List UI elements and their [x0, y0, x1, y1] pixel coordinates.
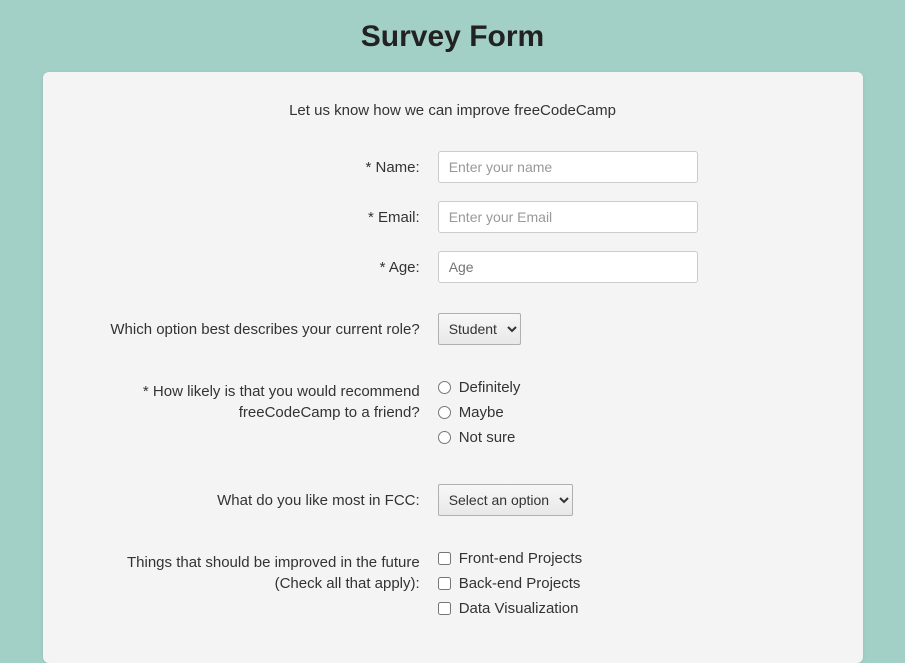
check-backend-input[interactable] [438, 577, 451, 590]
email-input[interactable] [438, 201, 698, 233]
name-input[interactable] [438, 151, 698, 183]
check-dataviz-input[interactable] [438, 602, 451, 615]
check-dataviz[interactable]: Data Visualization [438, 600, 823, 617]
check-backend-label: Back-end Projects [459, 575, 581, 592]
row-recommend: * How likely is that you would recommend… [83, 375, 823, 454]
name-label: * Name: [83, 151, 438, 178]
radio-maybe[interactable]: Maybe [438, 404, 823, 421]
role-label: Which option best describes your current… [83, 313, 438, 340]
row-email: * Email: [83, 201, 823, 233]
improve-label: Things that should be improved in the fu… [83, 546, 438, 594]
row-age: * Age: [83, 251, 823, 283]
recommend-label: * How likely is that you would recommend… [83, 375, 438, 423]
recommend-radio-group: Definitely Maybe Not sure [438, 375, 823, 446]
row-role: Which option best describes your current… [83, 313, 823, 345]
radio-definitely-input[interactable] [438, 381, 451, 394]
check-frontend-label: Front-end Projects [459, 550, 582, 567]
radio-maybe-input[interactable] [438, 406, 451, 419]
row-likemost: What do you like most in FCC: Select an … [83, 484, 823, 516]
role-select[interactable]: Student [438, 313, 521, 345]
age-input[interactable] [438, 251, 698, 283]
page-title: Survey Form [0, 0, 905, 72]
likemost-label: What do you like most in FCC: [83, 484, 438, 511]
check-dataviz-label: Data Visualization [459, 600, 579, 617]
likemost-select[interactable]: Select an option [438, 484, 573, 516]
form-card: Let us know how we can improve freeCodeC… [43, 72, 863, 663]
radio-notsure-label: Not sure [459, 429, 516, 446]
age-label: * Age: [83, 251, 438, 278]
radio-definitely-label: Definitely [459, 379, 521, 396]
check-frontend-input[interactable] [438, 552, 451, 565]
email-label: * Email: [83, 201, 438, 228]
radio-maybe-label: Maybe [459, 404, 504, 421]
row-name: * Name: [83, 151, 823, 183]
row-improve: Things that should be improved in the fu… [83, 546, 823, 625]
form-subtitle: Let us know how we can improve freeCodeC… [83, 102, 823, 119]
radio-definitely[interactable]: Definitely [438, 379, 823, 396]
radio-notsure[interactable]: Not sure [438, 429, 823, 446]
check-backend[interactable]: Back-end Projects [438, 575, 823, 592]
radio-notsure-input[interactable] [438, 431, 451, 444]
check-frontend[interactable]: Front-end Projects [438, 550, 823, 567]
